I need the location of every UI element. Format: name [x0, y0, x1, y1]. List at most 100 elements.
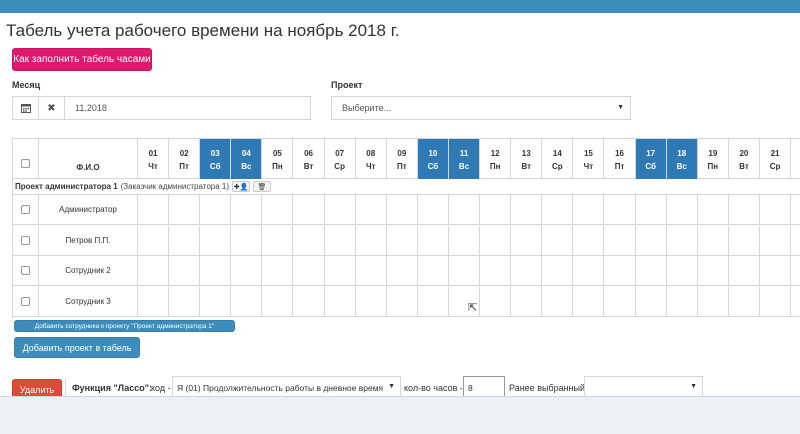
hours-cell[interactable] [418, 195, 449, 225]
hours-cell[interactable] [200, 286, 232, 317]
row-checkbox[interactable] [21, 205, 30, 214]
hours-cell[interactable] [636, 286, 667, 317]
hours-cell[interactable] [542, 286, 574, 317]
hours-cell[interactable] [231, 286, 263, 317]
hours-cell[interactable] [169, 225, 201, 256]
hours-cell[interactable] [325, 256, 356, 286]
hours-cell[interactable] [262, 256, 294, 286]
hours-cell[interactable] [511, 256, 543, 286]
hours-cell[interactable] [356, 195, 387, 225]
hours-cell[interactable] [636, 256, 667, 286]
hours-cell[interactable] [262, 286, 294, 317]
hours-cell[interactable] [605, 195, 636, 225]
hours-cell[interactable] [325, 195, 356, 225]
hours-cell[interactable] [387, 195, 418, 225]
hours-cell[interactable] [387, 225, 418, 256]
hours-cell[interactable] [325, 286, 356, 317]
hours-cell[interactable] [294, 225, 325, 256]
hours-cell[interactable] [573, 225, 605, 256]
hours-cell[interactable] [294, 286, 325, 317]
hours-cell[interactable] [542, 195, 574, 225]
hours-cell[interactable] [231, 225, 263, 256]
hours-cell[interactable] [511, 225, 543, 256]
hours-cell[interactable] [356, 256, 387, 286]
hours-cell[interactable] [356, 286, 387, 317]
hours-cell[interactable] [698, 195, 729, 225]
hours-cell[interactable] [387, 286, 418, 317]
trash-icon[interactable]: 🗑 [253, 181, 271, 192]
hours-cell[interactable] [169, 195, 201, 225]
hours-cell[interactable] [418, 225, 449, 256]
hours-cell[interactable] [418, 286, 449, 317]
hours-cell[interactable] [387, 256, 418, 286]
hours-cell[interactable] [760, 286, 792, 317]
hours-cell[interactable] [480, 286, 512, 317]
hours-cell[interactable] [418, 256, 449, 286]
hours-cell[interactable] [449, 256, 481, 286]
hours-cell[interactable] [542, 225, 574, 256]
hours-cell[interactable] [698, 256, 729, 286]
month-input[interactable]: 11.2018 [65, 97, 310, 119]
hours-cell[interactable] [760, 256, 792, 286]
hours-cell[interactable] [294, 195, 325, 225]
hours-cell[interactable] [138, 286, 170, 317]
hours-cell[interactable] [605, 225, 636, 256]
hours-cell[interactable] [729, 256, 760, 286]
select-all-checkbox[interactable] [21, 159, 30, 168]
hours-cell[interactable] [231, 256, 263, 286]
add-project-button[interactable]: Добавить проект в табель [14, 337, 140, 358]
hours-cell[interactable] [356, 225, 387, 256]
fill-help-button[interactable]: Как заполнить табель часами [12, 48, 152, 71]
row-checkbox[interactable] [21, 296, 30, 306]
hours-cell[interactable] [511, 195, 543, 225]
day-header-19: 19 Пн [698, 139, 729, 179]
hours-cell[interactable] [729, 225, 760, 256]
project-select[interactable]: Выберите... ▼ [331, 96, 631, 120]
hours-cell[interactable] [760, 195, 792, 225]
hours-cell[interactable] [573, 195, 605, 225]
hours-cell[interactable] [698, 225, 729, 256]
hours-cell[interactable] [542, 256, 574, 286]
hours-cell[interactable] [138, 256, 170, 286]
hours-cell[interactable] [480, 195, 512, 225]
hours-cell[interactable] [262, 195, 294, 225]
hours-cell[interactable] [200, 225, 232, 256]
calendar-icon[interactable] [13, 97, 39, 119]
hours-cell[interactable] [760, 225, 792, 256]
hours-cell[interactable] [449, 195, 481, 225]
hours-cell[interactable] [169, 286, 201, 317]
hours-cell[interactable] [605, 256, 636, 286]
hours-cell[interactable] [325, 225, 356, 256]
hours-cell[interactable] [636, 195, 667, 225]
add-user-icon[interactable]: ✚👤 [232, 181, 250, 192]
row-checkbox[interactable] [21, 266, 30, 275]
hours-cell[interactable] [573, 286, 605, 317]
hours-cell[interactable] [511, 286, 543, 317]
hours-cell[interactable] [729, 286, 760, 317]
hours-cell[interactable] [138, 195, 170, 225]
hours-cell[interactable] [231, 195, 263, 225]
add-employee-button[interactable]: Добавить сотрудника к проекту "Проект ад… [14, 320, 235, 332]
hours-cell[interactable] [262, 225, 294, 256]
hours-cell[interactable] [480, 256, 512, 286]
hours-cell[interactable] [138, 225, 170, 256]
hours-cell[interactable] [480, 225, 512, 256]
hours-cell[interactable] [605, 286, 636, 317]
hours-cell[interactable] [667, 195, 698, 225]
chevron-down-icon: ▼ [690, 383, 697, 390]
hours-cell[interactable] [294, 256, 325, 286]
hours-cell[interactable] [667, 286, 698, 317]
day-header-05: 05 Пн [262, 139, 294, 179]
hours-cell[interactable] [698, 286, 729, 317]
hours-cell[interactable] [200, 195, 232, 225]
hours-cell[interactable] [729, 195, 760, 225]
hours-cell[interactable] [667, 225, 698, 256]
hours-cell[interactable] [667, 256, 698, 286]
row-checkbox[interactable] [21, 235, 30, 245]
hours-cell[interactable] [200, 256, 232, 286]
hours-cell[interactable] [573, 256, 605, 286]
hours-cell[interactable] [636, 225, 667, 256]
hours-cell[interactable] [449, 225, 481, 256]
hours-cell[interactable] [169, 256, 201, 286]
clear-icon[interactable]: ✖ [39, 97, 65, 119]
